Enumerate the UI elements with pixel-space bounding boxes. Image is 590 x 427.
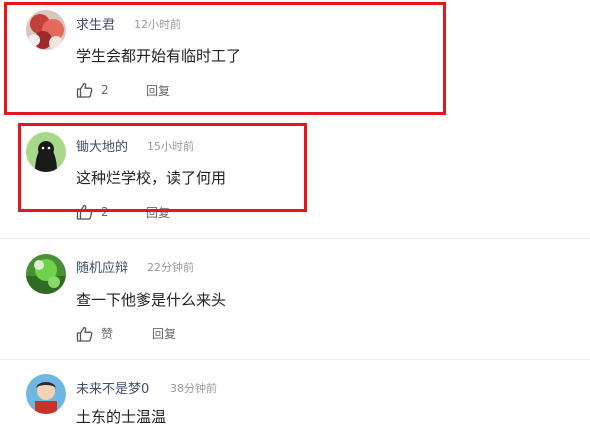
thumbs-up-icon [76, 326, 93, 342]
comment-content: 查一下他爹是什么来头 [76, 291, 227, 309]
highlight-box [18, 123, 307, 212]
avatar[interactable] [26, 374, 66, 414]
highlight-box [4, 2, 446, 115]
comment-item: 随机应辩 22分钟前 查一下他爹是什么来头 赞 回复 [0, 239, 590, 359]
reply-button[interactable]: 回复 [152, 325, 176, 342]
like-button[interactable]: 赞 [76, 325, 113, 342]
comment-username[interactable]: 未来不是梦0 [76, 378, 149, 397]
comment-timestamp: 22分钟前 [147, 261, 194, 274]
like-count: 赞 [101, 327, 114, 341]
comment-content: 土东的士温温 [76, 408, 167, 426]
comment-username[interactable]: 随机应辩 [76, 257, 128, 276]
comment-item: 未来不是梦0 38分钟前 土东的士温温 [0, 360, 590, 426]
comment-timestamp: 38分钟前 [170, 382, 217, 395]
avatar[interactable] [26, 254, 66, 294]
